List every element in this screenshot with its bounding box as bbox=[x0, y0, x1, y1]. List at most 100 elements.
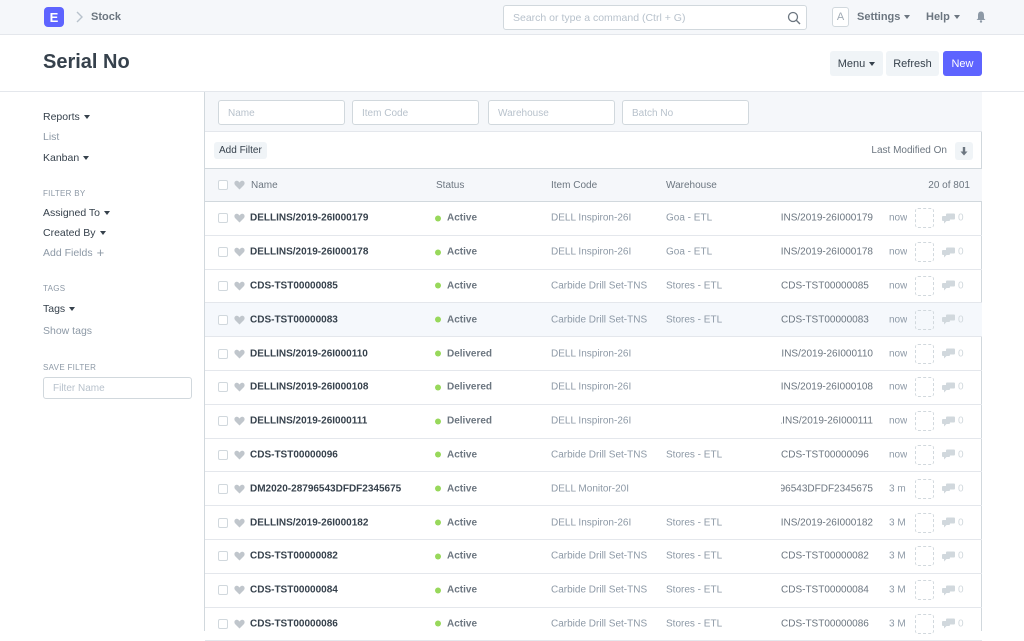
sort-by-selector[interactable]: Last Modified On bbox=[871, 145, 947, 156]
heart-icon[interactable] bbox=[234, 484, 245, 494]
heart-icon[interactable] bbox=[234, 281, 245, 291]
list-row[interactable]: CDS-TST00000096 Active Carbide Drill Set… bbox=[205, 439, 982, 473]
list-row[interactable]: DELLINS/2019-26I000182 Active DELL Inspi… bbox=[205, 506, 982, 540]
row-checkbox[interactable] bbox=[218, 416, 228, 427]
row-checkbox[interactable] bbox=[218, 247, 228, 258]
select-all-checkbox[interactable] bbox=[218, 180, 228, 190]
heart-icon[interactable] bbox=[234, 518, 245, 528]
comment-icon bbox=[942, 247, 955, 258]
sidebar-list-link[interactable]: List bbox=[43, 131, 59, 143]
heart-icon[interactable] bbox=[234, 247, 245, 257]
row-status-label: Active bbox=[447, 483, 478, 495]
list-row[interactable]: DELLINS/2019-26I000108 Delivered DELL In… bbox=[205, 371, 982, 405]
row-assign-avatar[interactable] bbox=[915, 242, 934, 263]
row-checkbox[interactable] bbox=[218, 517, 228, 528]
row-assign-avatar[interactable] bbox=[915, 411, 934, 432]
sidebar-assigned-to-dropdown[interactable]: Assigned To bbox=[43, 207, 111, 219]
row-checkbox[interactable] bbox=[218, 280, 228, 291]
breadcrumb-stock[interactable]: Stock bbox=[91, 11, 121, 23]
add-filter-button[interactable]: Add Filter bbox=[214, 142, 267, 159]
settings-dropdown[interactable]: Settings bbox=[857, 11, 911, 23]
row-reference: CDS-TST00000085 bbox=[781, 280, 869, 292]
heart-icon[interactable] bbox=[234, 382, 245, 392]
heart-icon[interactable] bbox=[234, 585, 245, 595]
row-name-link[interactable]: CDS-TST00000086 bbox=[250, 618, 430, 629]
sidebar-created-by-dropdown[interactable]: Created By bbox=[43, 227, 106, 239]
row-name-link[interactable]: CDS-TST00000083 bbox=[250, 314, 430, 325]
list-row[interactable]: CDS-TST00000086 Active Carbide Drill Set… bbox=[205, 608, 982, 641]
row-assign-avatar[interactable] bbox=[915, 208, 934, 229]
row-name-link[interactable]: CDS-TST00000085 bbox=[250, 280, 430, 291]
sidebar-reports-dropdown[interactable]: Reports bbox=[43, 111, 90, 123]
list-row[interactable]: DELLINS/2019-26I000179 Active DELL Inspi… bbox=[205, 202, 982, 236]
row-checkbox[interactable] bbox=[218, 585, 228, 596]
row-name-link[interactable]: CDS-TST00000084 bbox=[250, 585, 430, 596]
heart-icon[interactable] bbox=[234, 551, 245, 561]
app-logo[interactable]: E bbox=[44, 7, 64, 27]
help-dropdown[interactable]: Help bbox=[926, 11, 960, 23]
row-name-link[interactable]: DELLINS/2019-26I000182 bbox=[250, 517, 430, 528]
heart-icon[interactable] bbox=[234, 450, 245, 460]
search-input[interactable]: Search or type a command (Ctrl + G) bbox=[503, 5, 807, 30]
list-row[interactable]: DELLINS/2019-26I000178 Active DELL Inspi… bbox=[205, 236, 982, 270]
row-checkbox[interactable] bbox=[218, 382, 228, 393]
row-checkbox[interactable] bbox=[218, 213, 228, 224]
row-assign-avatar[interactable] bbox=[915, 580, 934, 601]
row-assign-avatar[interactable] bbox=[915, 343, 934, 364]
row-checkbox[interactable] bbox=[218, 551, 228, 562]
row-name-link[interactable]: DELLINS/2019-26I000179 bbox=[250, 213, 430, 224]
created-by-label: Created By bbox=[43, 227, 96, 239]
row-checkbox[interactable] bbox=[218, 483, 228, 494]
row-assign-avatar[interactable] bbox=[915, 275, 934, 296]
user-avatar[interactable]: A bbox=[832, 7, 849, 27]
filter-name-input[interactable]: Filter Name bbox=[43, 377, 192, 399]
sidebar-add-fields[interactable]: Add Fields + bbox=[43, 246, 104, 259]
row-checkbox[interactable] bbox=[218, 348, 228, 359]
row-name-link[interactable]: CDS-TST00000096 bbox=[250, 449, 430, 460]
sort-order-button[interactable] bbox=[955, 142, 973, 160]
sidebar-kanban-dropdown[interactable]: Kanban bbox=[43, 152, 90, 164]
batch-no-filter-input[interactable]: Batch No bbox=[622, 100, 749, 125]
row-name-link[interactable]: DELLINS/2019-26I000108 bbox=[250, 382, 430, 393]
refresh-button[interactable]: Refresh bbox=[886, 51, 939, 76]
bell-icon[interactable] bbox=[976, 11, 986, 23]
heart-icon[interactable] bbox=[234, 349, 245, 359]
name-filter-input[interactable]: Name bbox=[218, 100, 345, 125]
item-code-filter-input[interactable]: Item Code bbox=[352, 100, 479, 125]
row-assign-avatar[interactable] bbox=[915, 478, 934, 499]
row-assign-avatar[interactable] bbox=[915, 444, 934, 465]
list-row[interactable]: DELLINS/2019-26I000111 Delivered DELL In… bbox=[205, 405, 982, 439]
row-name-link[interactable]: DELLINS/2019-26I000178 bbox=[250, 247, 430, 258]
row-assign-avatar[interactable] bbox=[915, 377, 934, 398]
sidebar-show-tags[interactable]: Show tags bbox=[43, 325, 92, 337]
row-name-link[interactable]: DELLINS/2019-26I000110 bbox=[250, 348, 430, 359]
row-assign-avatar[interactable] bbox=[915, 309, 934, 330]
list-row[interactable]: CDS-TST00000084 Active Carbide Drill Set… bbox=[205, 574, 982, 608]
heart-icon[interactable] bbox=[234, 180, 245, 190]
heart-icon[interactable] bbox=[234, 315, 245, 325]
heart-icon[interactable] bbox=[234, 416, 245, 426]
warehouse-filter-input[interactable]: Warehouse bbox=[488, 100, 615, 125]
heart-icon[interactable] bbox=[234, 213, 245, 223]
row-name-link[interactable]: DELLINS/2019-26I000111 bbox=[250, 416, 430, 427]
menu-button[interactable]: Menu bbox=[830, 51, 883, 76]
row-assign-avatar[interactable] bbox=[915, 546, 934, 567]
sidebar-tags-dropdown[interactable]: Tags bbox=[43, 303, 76, 315]
row-checkbox[interactable] bbox=[218, 618, 228, 629]
row-checkbox[interactable] bbox=[218, 449, 228, 460]
list-row[interactable]: CDS-TST00000083 Active Carbide Drill Set… bbox=[205, 303, 982, 338]
row-item-code: DELL Inspiron-26I bbox=[551, 381, 632, 393]
new-button[interactable]: New bbox=[943, 51, 982, 76]
list-row[interactable]: DELLINS/2019-26I000110 Delivered DELL In… bbox=[205, 337, 982, 371]
heart-icon[interactable] bbox=[234, 619, 245, 629]
row-reference: DELLINS/2019-26I000182 bbox=[781, 517, 873, 529]
row-name-link[interactable]: CDS-TST00000082 bbox=[250, 551, 430, 562]
row-assign-avatar[interactable] bbox=[915, 512, 934, 533]
list-row[interactable]: DM2020-28796543DFDF2345675 Active DELL M… bbox=[205, 472, 982, 507]
row-checkbox[interactable] bbox=[218, 314, 228, 325]
row-name-link[interactable]: DM2020-28796543DFDF2345675 bbox=[250, 483, 430, 494]
row-reference: CDS-TST00000082 bbox=[781, 550, 869, 562]
search-icon[interactable] bbox=[787, 11, 801, 25]
list-row[interactable]: CDS-TST00000082 Active Carbide Drill Set… bbox=[205, 540, 982, 574]
list-row[interactable]: CDS-TST00000085 Active Carbide Drill Set… bbox=[205, 270, 982, 304]
